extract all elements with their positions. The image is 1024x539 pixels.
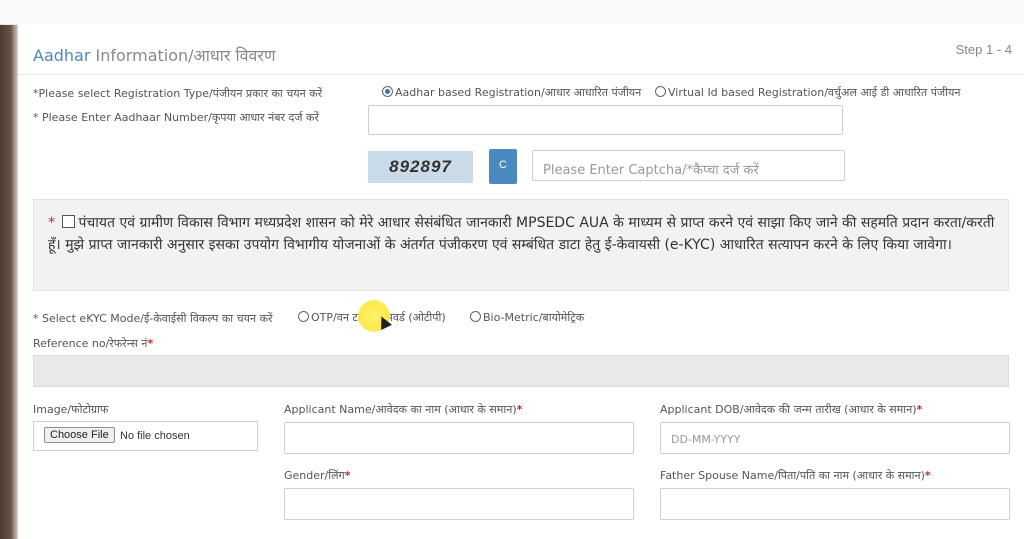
reference-required-star: * [147, 337, 154, 350]
ekyc-mode-label: * Select eKYC Mode/ई-केवाईसी विकल्प का च… [33, 312, 273, 325]
consent-text: पंचायत एवं ग्रामीण विकास विभाग मध्यप्रदे… [48, 215, 995, 253]
registration-type-label: *Please select Registration Type/पंजीयन … [33, 87, 323, 100]
applicant-name-label: Applicant Name/आवेदक का नाम (आधार के समा… [284, 402, 522, 417]
background-edge [0, 0, 18, 539]
gender-label: Gender/लिंग* [284, 468, 351, 483]
consent-checkbox[interactable] [62, 215, 76, 228]
title-accent: Aadhar [33, 46, 91, 65]
applicant-dob-label-text: Applicant DOB/आवेदक की जन्म तारीख (आधार … [660, 403, 917, 416]
radio-ekyc-bio[interactable]: Bio-Metric/बायोमेट्रिक [470, 310, 584, 325]
father-spouse-label-text: Father Spouse Name/पिता/पति का नाम (आधार… [660, 469, 925, 482]
radio-aadhar-indicator[interactable] [382, 86, 393, 97]
choose-file-button[interactable]: Choose File [44, 427, 115, 443]
page-title: Aadhar Information/आधार विवरण [33, 44, 276, 66]
refresh-icon[interactable]: C [499, 159, 507, 171]
file-status-text: No file chosen [120, 430, 190, 442]
father-spouse-input[interactable] [660, 488, 1010, 520]
radio-bio-label[interactable]: Bio-Metric/बायोमेट्रिक [483, 311, 584, 324]
aadhaar-number-label: * Please Enter Aadhaar Number/कृपया आधार… [33, 111, 319, 124]
aadhaar-number-input[interactable] [368, 105, 843, 135]
captcha-image: 892897 [368, 151, 473, 183]
applicant-dob-input[interactable]: DD-MM-YYYY [660, 422, 1010, 454]
reference-label: Reference no/रेफरेन्स नं* [33, 336, 153, 351]
father-spouse-label: Father Spouse Name/पिता/पति का नाम (आधार… [660, 468, 931, 483]
radio-aadhar-label[interactable]: Aadhar based Registration/आधार आधारित पं… [395, 86, 641, 99]
gender-label-text: Gender/लिंग [284, 469, 345, 482]
image-file-input[interactable]: Choose File No file chosen [33, 421, 258, 451]
applicant-name-required-star: * [516, 403, 523, 416]
image-label: Image/फोटोग्राफ [33, 403, 109, 416]
applicant-name-input[interactable] [284, 422, 634, 454]
radio-virtual-label[interactable]: Virtual Id based Registration/वर्चुअल आई… [668, 86, 960, 99]
consent-required-star: * [48, 215, 55, 231]
consent-text-block: * पंचायत एवं ग्रामीण विकास विभाग मध्यप्र… [48, 212, 996, 256]
step-indicator: Step 1 - 4 [955, 42, 1012, 57]
applicant-dob-required-star: * [916, 403, 923, 416]
reference-number-field [33, 355, 1009, 387]
gender-input[interactable] [284, 488, 634, 520]
captcha-refresh-button[interactable]: C [489, 149, 517, 184]
radio-otp-indicator[interactable] [298, 311, 309, 322]
radio-aadhar-registration[interactable]: Aadhar based Registration/आधार आधारित पं… [382, 85, 641, 100]
radio-virtual-registration[interactable]: Virtual Id based Registration/वर्चुअल आई… [655, 85, 960, 100]
captcha-input[interactable]: Please Enter Captcha/*कैप्चा दर्ज करें [532, 150, 845, 181]
top-bar [0, 0, 1024, 25]
panel-header: Aadhar Information/आधार विवरण Step 1 - 4 [18, 34, 1024, 75]
applicant-name-label-text: Applicant Name/आवेदक का नाम (आधार के समा… [284, 403, 517, 416]
title-rest: Information/आधार विवरण [90, 46, 276, 65]
father-spouse-required-star: * [924, 469, 931, 482]
dob-placeholder: DD-MM-YYYY [671, 433, 741, 446]
captcha-placeholder: Please Enter Captcha/*कैप्चा दर्ज करें [543, 163, 759, 178]
radio-virtual-indicator[interactable] [655, 86, 666, 97]
gender-required-star: * [344, 469, 351, 482]
reference-label-text: Reference no/रेफरेन्स नं [33, 337, 148, 350]
consent-box: * पंचायत एवं ग्रामीण विकास विभाग मध्यप्र… [33, 199, 1009, 291]
aadhar-info-panel: Aadhar Information/आधार विवरण Step 1 - 4… [18, 24, 1024, 539]
applicant-dob-label: Applicant DOB/आवेदक की जन्म तारीख (आधार … [660, 402, 922, 417]
radio-bio-indicator[interactable] [470, 311, 481, 322]
